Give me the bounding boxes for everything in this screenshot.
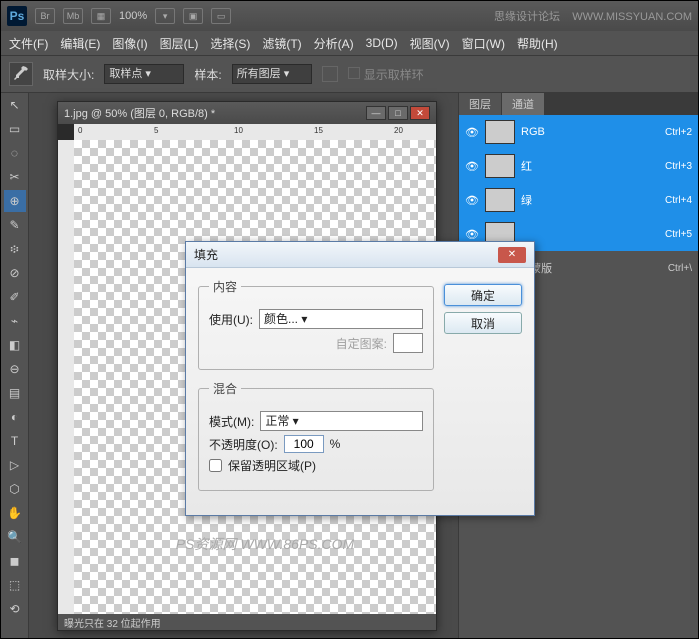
content-legend: 内容: [209, 278, 241, 295]
channel-thumb: [485, 154, 515, 178]
sample-size-label: 取样大小:: [43, 66, 94, 83]
menu-help[interactable]: 帮助(H): [517, 35, 558, 52]
mode-select[interactable]: 正常 ▾: [260, 411, 423, 431]
maximize-button[interactable]: □: [388, 106, 408, 120]
main-menu: 文件(F) 编辑(E) 图像(I) 图层(L) 选择(S) 滤镜(T) 分析(A…: [1, 31, 698, 55]
stamp-tool[interactable]: ⊘: [4, 262, 26, 284]
app-titlebar: Ps Br Mb ▦ 100% ▾ ▣ ▭ 思缘设计论坛 WWW.MISSYUA…: [1, 1, 698, 31]
type-tool[interactable]: T: [4, 430, 26, 452]
visibility-icon[interactable]: 👁: [465, 159, 479, 173]
quickmask-toggle[interactable]: ⬚: [4, 574, 26, 596]
sample-size-select[interactable]: 取样点 ▾: [104, 64, 184, 84]
document-title: 1.jpg @ 50% (图层 0, RGB/8) *: [64, 105, 215, 121]
eraser-tool[interactable]: ⌁: [4, 310, 26, 332]
hand-tool[interactable]: ✋: [4, 502, 26, 524]
pen-tool[interactable]: ◐: [4, 406, 26, 428]
visibility-icon[interactable]: 👁: [465, 227, 479, 241]
dialog-title: 填充: [194, 246, 218, 263]
tab-layers[interactable]: 图层: [459, 93, 502, 115]
photoshop-icon: Ps: [7, 6, 27, 26]
content-fieldset: 内容 使用(U): 颜色... ▾ 自定图案:: [198, 278, 434, 370]
blend-legend: 混合: [209, 380, 241, 397]
pattern-swatch: [393, 333, 423, 353]
view-extras-icon[interactable]: ▾: [155, 8, 175, 24]
channel-thumb: [485, 120, 515, 144]
horizontal-ruler: 05101520: [74, 124, 436, 140]
menu-image[interactable]: 图像(I): [112, 35, 147, 52]
menu-file[interactable]: 文件(F): [9, 35, 48, 52]
menu-view[interactable]: 视图(V): [410, 35, 450, 52]
show-ring-label: 显示取样环: [364, 68, 424, 82]
branding-text: 思缘设计论坛: [494, 11, 560, 23]
move-tool[interactable]: ↖: [4, 94, 26, 116]
menu-3d[interactable]: 3D(D): [366, 36, 398, 50]
zoom-tool[interactable]: 🔍: [4, 526, 26, 548]
mode-label: 模式(M):: [209, 413, 254, 430]
screen-icon[interactable]: ▭: [211, 8, 231, 24]
sample-label: 样本:: [194, 66, 221, 83]
zoom-level[interactable]: 100%: [119, 10, 147, 22]
options-bar: 取样大小: 取样点 ▾ 样本: 所有图层 ▾ 显示取样环: [1, 55, 698, 93]
pattern-label: 自定图案:: [336, 335, 387, 352]
blur-tool[interactable]: ⊖: [4, 358, 26, 380]
foreground-swatch[interactable]: ◼: [4, 550, 26, 572]
menu-layer[interactable]: 图层(L): [160, 35, 199, 52]
toolbox: ↖ ▭ ◌ ✂ ⊕ ✎ ፨ ⊘ ✐ ⌁ ◧ ⊖ ▤ ◐ T ▷ ⬡ ✋ 🔍 ◼ …: [1, 93, 29, 638]
channel-thumb: [485, 188, 515, 212]
channel-rgb[interactable]: 👁 RGB Ctrl+2: [459, 115, 698, 149]
menu-edit[interactable]: 编辑(E): [60, 35, 100, 52]
path-tool[interactable]: ▷: [4, 454, 26, 476]
healing-tool[interactable]: ✎: [4, 214, 26, 236]
minimize-button[interactable]: —: [366, 106, 386, 120]
use-label: 使用(U):: [209, 311, 253, 328]
use-select[interactable]: 颜色... ▾: [259, 309, 423, 329]
visibility-icon[interactable]: 👁: [465, 125, 479, 139]
gradient-tool[interactable]: ◧: [4, 334, 26, 356]
arrange-docs-icon[interactable]: ▣: [183, 8, 203, 24]
bridge-icon[interactable]: Br: [35, 8, 55, 24]
channel-green[interactable]: 👁 绿 Ctrl+4: [459, 183, 698, 217]
menu-select[interactable]: 选择(S): [210, 35, 250, 52]
minibridge-icon[interactable]: Mb: [63, 8, 83, 24]
eyedropper-tool[interactable]: ⊕: [4, 190, 26, 212]
fill-dialog: 填充 ✕ 内容 使用(U): 颜色... ▾ 自定图案: 混合 模式(M): 正…: [185, 241, 535, 516]
eyedropper-tool-icon[interactable]: [9, 62, 33, 86]
preserve-transparency-checkbox[interactable]: [209, 459, 222, 472]
dialog-close-button[interactable]: ✕: [498, 247, 526, 263]
channel-red[interactable]: 👁 红 Ctrl+3: [459, 149, 698, 183]
dodge-tool[interactable]: ▤: [4, 382, 26, 404]
shape-tool[interactable]: ⬡: [4, 478, 26, 500]
menu-analysis[interactable]: 分析(A): [314, 35, 354, 52]
cancel-button[interactable]: 取消: [444, 312, 522, 334]
options-divider-icon: [322, 66, 338, 82]
show-ring-checkbox[interactable]: [348, 67, 360, 79]
status-bar: 曝光只在 32 位起作用: [58, 614, 436, 630]
blend-fieldset: 混合 模式(M): 正常 ▾ 不透明度(O): % 保留透明区域(P): [198, 380, 434, 491]
screen-mode-icon[interactable]: ▦: [91, 8, 111, 24]
watermark-text: PS资源网 WWW.86PS.COM: [114, 534, 416, 554]
preserve-transparency-label: 保留透明区域(P): [228, 457, 316, 474]
opacity-input[interactable]: [284, 435, 324, 453]
lasso-tool[interactable]: ◌: [4, 142, 26, 164]
close-button[interactable]: ✕: [410, 106, 430, 120]
menu-window[interactable]: 窗口(W): [462, 35, 505, 52]
sample-select[interactable]: 所有图层 ▾: [232, 64, 312, 84]
opacity-label: 不透明度(O):: [209, 436, 278, 453]
screenmode-toggle[interactable]: ⟲: [4, 598, 26, 620]
menu-filter[interactable]: 滤镜(T): [262, 35, 301, 52]
marquee-tool[interactable]: ▭: [4, 118, 26, 140]
opacity-unit: %: [330, 437, 341, 451]
branding-url: WWW.MISSYUAN.COM: [572, 11, 692, 23]
visibility-icon[interactable]: 👁: [465, 193, 479, 207]
vertical-ruler: [58, 140, 74, 614]
tab-channels[interactable]: 通道: [502, 93, 545, 115]
history-brush-tool[interactable]: ✐: [4, 286, 26, 308]
ok-button[interactable]: 确定: [444, 284, 522, 306]
crop-tool[interactable]: ✂: [4, 166, 26, 188]
brush-tool[interactable]: ፨: [4, 238, 26, 260]
